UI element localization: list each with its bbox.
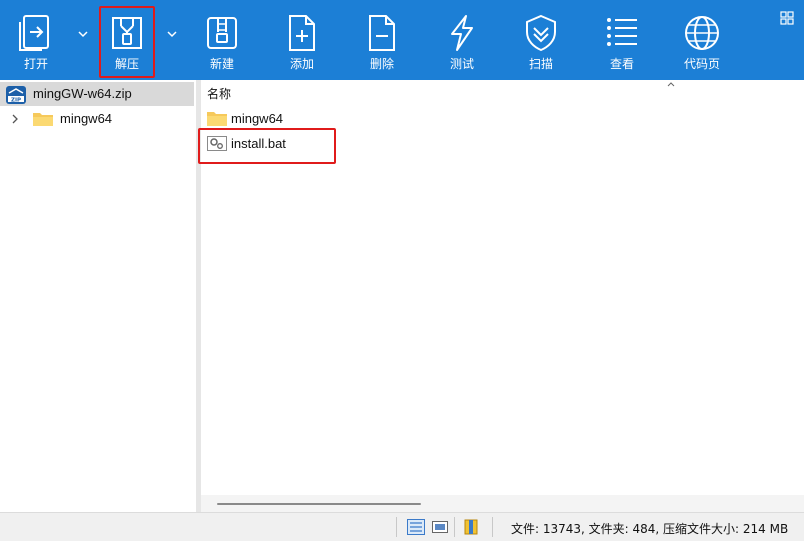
scan-label: 扫描 (528, 57, 553, 71)
new-archive-icon (207, 17, 237, 49)
extract-dropdown-button[interactable] (165, 25, 179, 38)
sort-ascending-icon (667, 82, 675, 87)
folder-icon (207, 112, 227, 126)
delete-button[interactable]: 删除 (350, 0, 414, 80)
view-button[interactable]: 查看 (590, 0, 654, 80)
status-divider (492, 517, 493, 537)
shield-icon (526, 14, 556, 52)
chevron-down-icon (78, 31, 88, 38)
open-dropdown-button[interactable] (76, 25, 90, 38)
new-button[interactable]: 新建 (190, 0, 254, 80)
status-text: 文件: 13743, 文件夹: 484, 压缩文件大小: 214 MB (511, 522, 789, 536)
install-bat-highlight-box (198, 128, 336, 164)
extract-highlight-box (99, 6, 155, 78)
svg-text:ZIP: ZIP (11, 97, 21, 103)
chevron-right-icon[interactable] (10, 112, 20, 126)
test-button[interactable]: 测试 (430, 0, 494, 80)
status-divider (396, 517, 397, 537)
new-label: 新建 (209, 57, 234, 71)
folder-tree: ZIP mingGW-w64.zip mingw64 (0, 80, 196, 512)
delete-label: 删除 (369, 57, 394, 71)
scrollbar-thumb[interactable] (217, 503, 421, 505)
folder-icon (33, 113, 53, 126)
toolbar: 打开 解压 新建 添加 删除 测试 扫描 查看 代码页 (0, 0, 804, 80)
thumbnail-view-icon[interactable] (431, 519, 449, 535)
test-label: 测试 (449, 57, 474, 71)
list-icon (607, 18, 637, 46)
add-label: 添加 (289, 57, 314, 71)
view-label: 查看 (609, 57, 634, 71)
list-item-name: mingw64 (231, 111, 284, 126)
tree-root-item[interactable]: ZIP mingGW-w64.zip (0, 82, 194, 106)
delete-file-icon (369, 15, 395, 51)
add-button[interactable]: 添加 (270, 0, 334, 80)
tree-item-mingw64[interactable]: mingw64 (0, 108, 194, 130)
column-header: 名称 (201, 80, 804, 102)
codepage-label: 代码页 (683, 57, 720, 71)
grid-icon (780, 11, 794, 25)
archive-window: 打开 解压 新建 添加 删除 测试 扫描 查看 代码页 ZIP mingGW-w… (0, 0, 804, 541)
status-bar: 文件: 13743, 文件夹: 484, 压缩文件大小: 214 MB (0, 512, 804, 541)
scan-button[interactable]: 扫描 (509, 0, 573, 80)
tree-root-label: mingGW-w64.zip (33, 86, 132, 101)
window-layout-button[interactable] (780, 10, 794, 25)
archive-info-icon[interactable] (462, 519, 480, 535)
status-divider (454, 517, 455, 537)
list-item-mingw64[interactable]: mingw64 (201, 106, 804, 130)
open-label: 打开 (23, 57, 48, 71)
open-icon (19, 15, 49, 51)
lightning-icon (451, 15, 473, 51)
codepage-button[interactable]: 代码页 (670, 0, 734, 80)
open-button[interactable]: 打开 (4, 0, 68, 80)
add-file-icon (289, 15, 315, 51)
chevron-down-icon (167, 31, 177, 38)
zip-archive-icon: ZIP (6, 86, 26, 104)
globe-icon (685, 16, 719, 50)
tree-item-label: mingw64 (60, 111, 113, 126)
details-view-icon[interactable] (407, 519, 425, 535)
horizontal-scrollbar[interactable] (201, 495, 804, 512)
column-name-header[interactable]: 名称 (207, 85, 231, 102)
